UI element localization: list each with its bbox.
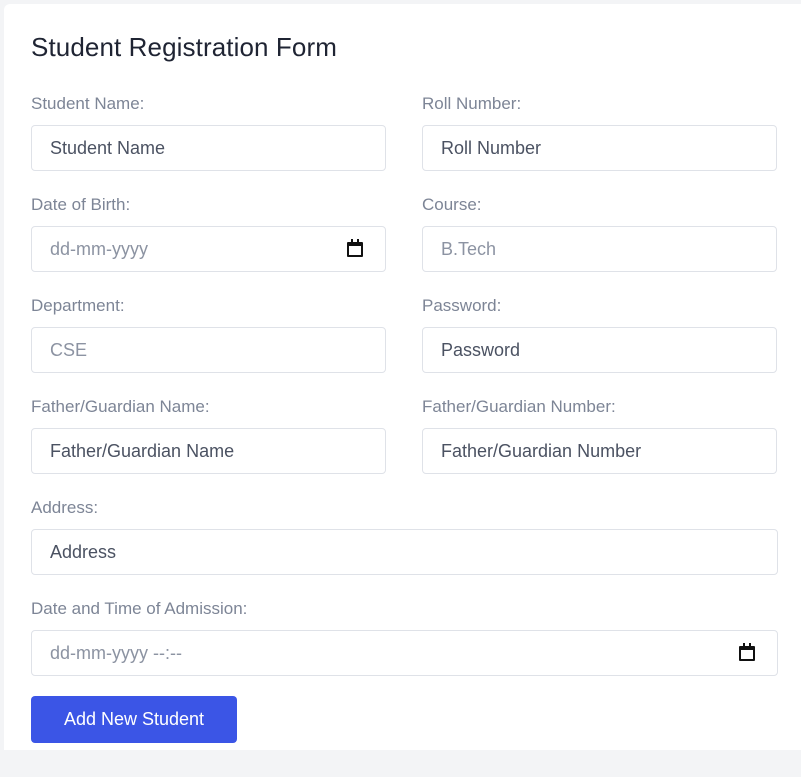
roll-number-placeholder: Roll Number [441,137,542,158]
admission-group: Date and Time of Admission: dd-mm-yyyy -… [31,599,778,676]
course-label: Course: [422,195,482,214]
password-placeholder: Password [441,339,521,360]
department-input[interactable]: CSE [31,327,386,373]
department-group: Department: CSE [31,296,386,373]
password-group: Password: Password [422,296,777,373]
roll-number-input[interactable]: Roll Number [422,125,777,171]
password-label: Password: [422,296,502,315]
guardian-name-placeholder: Father/Guardian Name [50,440,235,461]
password-input[interactable]: Password [422,327,777,373]
department-label: Department: [31,296,125,315]
course-placeholder: B.Tech [441,238,497,259]
roll-number-label: Roll Number: [422,94,522,113]
dob-label: Date of Birth: [31,195,131,214]
registration-card: Student Registration Form Student Name: … [4,4,801,750]
address-placeholder: Address [50,541,117,562]
student-name-label: Student Name: [31,94,145,113]
dob-group: Date of Birth: dd-mm-yyyy [31,195,386,272]
dob-placeholder: dd-mm-yyyy [50,238,148,259]
student-name-group: Student Name: Student Name [31,94,386,171]
guardian-name-input[interactable]: Father/Guardian Name [31,428,386,474]
admission-datetime-input[interactable]: dd-mm-yyyy --:-- [31,630,778,676]
guardian-name-label: Father/Guardian Name: [31,397,210,416]
address-group: Address: Address [31,498,778,575]
guardian-number-group: Father/Guardian Number: Father/Guardian … [422,397,777,474]
admission-placeholder: dd-mm-yyyy --:-- [50,642,182,663]
address-input[interactable]: Address [31,529,778,575]
guardian-number-input[interactable]: Father/Guardian Number [422,428,777,474]
student-name-placeholder: Student Name [50,137,166,158]
dob-date-input[interactable]: dd-mm-yyyy [31,226,386,272]
page-title: Student Registration Form [31,32,337,62]
guardian-number-label: Father/Guardian Number: [422,397,616,416]
calendar-icon[interactable] [347,239,363,257]
course-group: Course: B.Tech [422,195,777,272]
guardian-number-placeholder: Father/Guardian Number [441,440,642,461]
department-placeholder: CSE [50,339,88,360]
student-name-input[interactable]: Student Name [31,125,386,171]
add-student-button[interactable]: Add New Student [31,696,237,743]
address-label: Address: [31,498,99,517]
roll-number-group: Roll Number: Roll Number [422,94,777,171]
guardian-name-group: Father/Guardian Name: Father/Guardian Na… [31,397,386,474]
admission-label: Date and Time of Admission: [31,599,248,618]
calendar-icon[interactable] [739,643,755,661]
course-input[interactable]: B.Tech [422,226,777,272]
